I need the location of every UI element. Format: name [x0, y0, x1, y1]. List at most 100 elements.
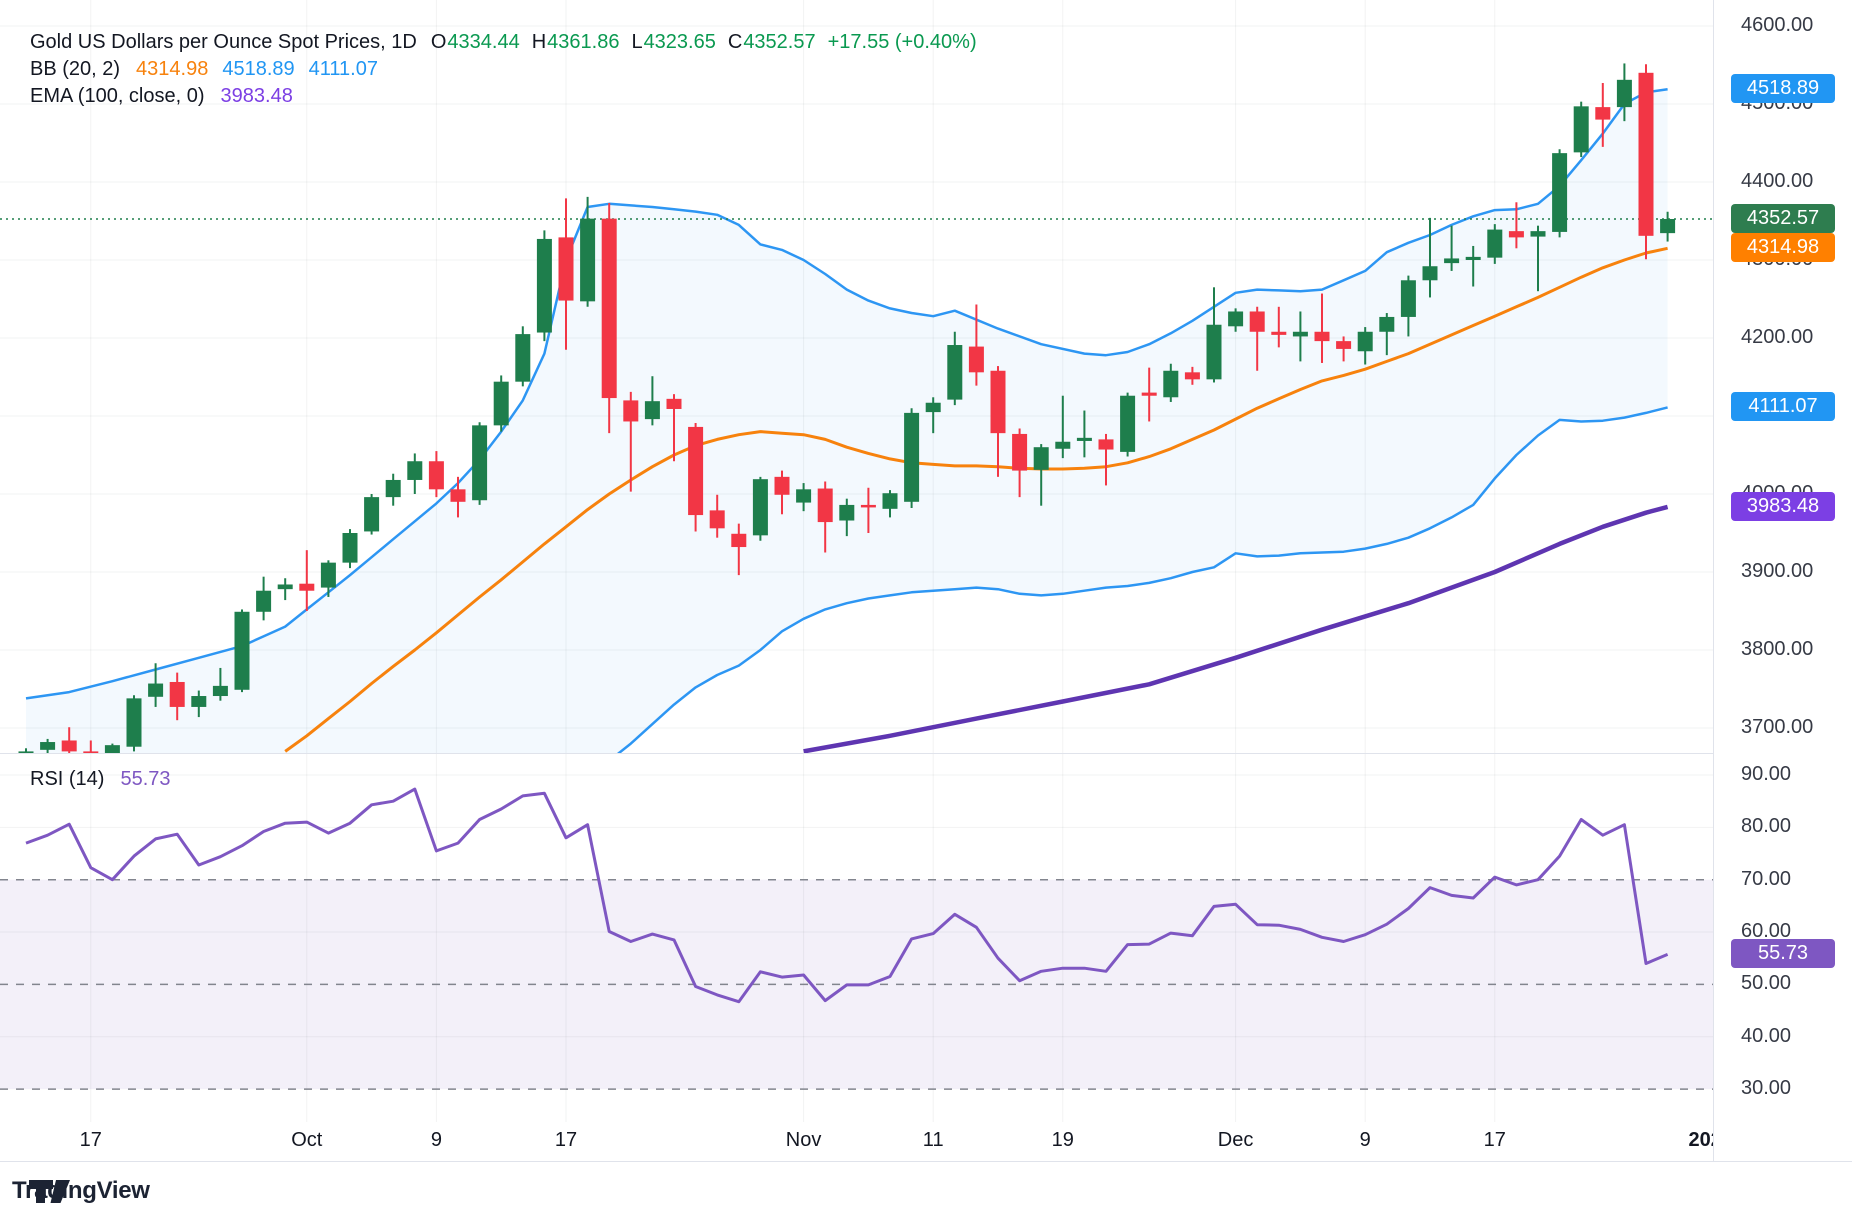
symbol-row-value: H: [532, 31, 546, 54]
candle-body: [947, 345, 962, 400]
candle-body: [1509, 231, 1524, 237]
time-axis[interactable]: 17Oct917Nov1119Dec9172026: [0, 1122, 1852, 1161]
candle-body: [1595, 107, 1610, 119]
brand-bar: TradingView: [0, 1162, 1852, 1220]
candle-body: [1401, 280, 1416, 317]
candle-body: [1574, 106, 1589, 152]
candle-body: [235, 612, 250, 690]
candle-body: [688, 427, 703, 515]
pane-divider[interactable]: [0, 753, 1713, 754]
trading-chart-window: 4600.004500.004400.004300.004200.004100.…: [0, 0, 1852, 1220]
candle-body: [343, 533, 358, 563]
candle-body: [1639, 73, 1654, 236]
time-tick-label: Dec: [1218, 1122, 1254, 1161]
time-tick-label: Nov: [786, 1122, 822, 1161]
candle-body: [1099, 439, 1114, 449]
time-tick-label: 9: [1360, 1122, 1371, 1161]
candle-body: [991, 371, 1006, 433]
candle-body: [1055, 442, 1070, 449]
candle-body: [451, 489, 466, 501]
candle-body: [818, 489, 833, 523]
candle-body: [494, 382, 509, 426]
tradingview-logo-icon[interactable]: [28, 1178, 74, 1205]
candle-body: [753, 479, 768, 535]
candle-body: [407, 461, 422, 480]
price-tick-label: 3900.00: [1741, 560, 1813, 583]
rsi-tick-label: 40.00: [1741, 1025, 1791, 1048]
candle-body: [1034, 447, 1049, 470]
candle-body: [861, 505, 876, 508]
symbol-row[interactable]: Gold US Dollars per Ounce Spot Prices, 1…: [30, 31, 977, 54]
rsi-tick-label: 90.00: [1741, 763, 1791, 786]
candle-body: [1531, 231, 1546, 236]
candle-body: [170, 682, 185, 707]
time-tick-label: 11: [923, 1122, 944, 1161]
candle-body: [667, 399, 682, 409]
candle-body: [386, 480, 401, 497]
bb-row-value: BB (20, 2): [30, 58, 120, 81]
rsi-pane-canvas[interactable]: [0, 753, 1713, 1122]
ema-row-value: 3983.48: [221, 85, 293, 108]
candle-body: [710, 510, 725, 528]
bb-basis-badge: 4314.98: [1731, 233, 1835, 262]
candle-body: [278, 584, 293, 589]
candle-body: [62, 740, 77, 751]
symbol-row-value: +17.55 (+0.40%): [828, 31, 977, 54]
rsi-tick-label: 50.00: [1741, 972, 1791, 995]
candle-body: [1444, 258, 1459, 263]
candle-body: [1379, 317, 1394, 332]
candle-body: [1077, 438, 1092, 441]
rsi-badge: 55.73: [1731, 939, 1835, 968]
price-tick-label: 3700.00: [1741, 716, 1813, 739]
bb-row[interactable]: BB (20, 2)4314.984518.894111.07: [30, 58, 378, 81]
candle-body: [1336, 341, 1351, 349]
candle-body: [1163, 371, 1178, 398]
symbol-row-value: 4361.86: [547, 31, 619, 54]
bb-lower-badge: 4111.07: [1731, 392, 1835, 421]
bb-row-value: 4111.07: [309, 58, 378, 81]
price-pane-canvas[interactable]: [0, 0, 1713, 753]
price-tick-label: 4200.00: [1741, 326, 1813, 349]
candle-body: [1660, 219, 1675, 233]
rsi-tick-label: 70.00: [1741, 868, 1791, 891]
time-tick-label: 17: [80, 1122, 102, 1161]
candle-body: [105, 745, 120, 753]
symbol-row-value: Gold US Dollars per Ounce Spot Prices, 1…: [30, 31, 417, 54]
candle-body: [1250, 311, 1265, 331]
candle-body: [1120, 396, 1135, 452]
candle-body: [1271, 332, 1286, 335]
price-scale-axis[interactable]: 4600.004500.004400.004300.004200.004100.…: [1713, 0, 1852, 1161]
symbol-row-value: L: [631, 31, 642, 54]
candle-body: [191, 696, 206, 707]
candle-body: [321, 563, 336, 588]
candle-body: [213, 686, 228, 696]
candle-body: [602, 219, 617, 398]
ema-row-value: EMA (100, close, 0): [30, 85, 205, 108]
candle-body: [256, 591, 271, 612]
candle-body: [1185, 372, 1200, 379]
candle-body: [1012, 434, 1027, 471]
candle-body: [839, 505, 854, 521]
candle-body: [1228, 311, 1243, 326]
candle-body: [429, 461, 444, 489]
candle-body: [580, 219, 595, 302]
candle-body: [796, 489, 811, 502]
rsi-tick-label: 80.00: [1741, 815, 1791, 838]
symbol-row-value: 4334.44: [447, 31, 519, 54]
candle-body: [731, 534, 746, 547]
time-tick-label: 19: [1052, 1122, 1074, 1161]
symbol-row-value: C: [728, 31, 742, 54]
candle-body: [299, 584, 314, 591]
candle-body: [1423, 266, 1438, 280]
candle-body: [623, 400, 638, 421]
rsi-tick-label: 30.00: [1741, 1077, 1791, 1100]
candle-body: [559, 237, 574, 300]
time-tick-label: 17: [1484, 1122, 1506, 1161]
candle-body: [1617, 80, 1632, 107]
ema-row[interactable]: EMA (100, close, 0) 3983.48: [30, 85, 293, 108]
candle-body: [148, 684, 163, 697]
symbol-row-value: 4323.65: [644, 31, 716, 54]
rsi-row[interactable]: RSI (14)55.73: [30, 768, 171, 791]
bb-row-value: 4518.89: [222, 58, 294, 81]
candle-body: [904, 413, 919, 502]
